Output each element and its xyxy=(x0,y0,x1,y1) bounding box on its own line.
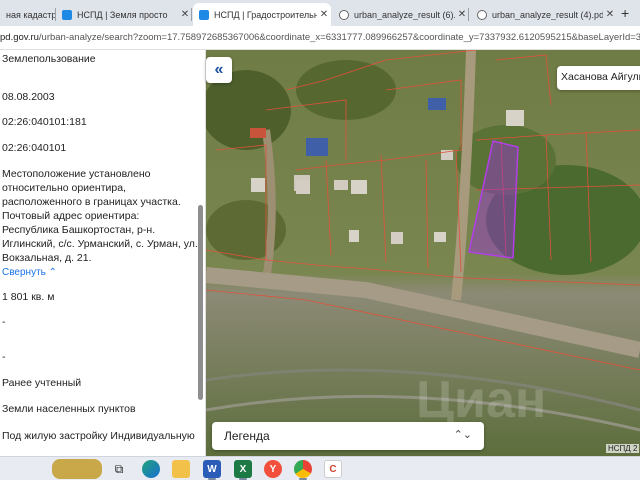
address-url: pd.gov.ru/urban-analyze/search?zoom=17.7… xyxy=(0,32,640,43)
browser-tab[interactable]: urban_analyze_result (4).pdf ✕ xyxy=(471,3,617,26)
globe-icon xyxy=(477,9,487,20)
location-value: Местоположение установлено относительно … xyxy=(2,168,198,264)
new-tab-icon[interactable]: + xyxy=(621,5,629,21)
globe-icon xyxy=(339,9,349,20)
collapse-panel-button[interactable]: « xyxy=(206,57,232,83)
empty-value: - xyxy=(2,316,6,328)
land-category-value: Земли населенных пунктов xyxy=(2,403,136,415)
chrome-icon[interactable] xyxy=(294,460,312,478)
task-view-icon[interactable]: ⧉ xyxy=(110,460,128,478)
close-tab-icon[interactable]: ✕ xyxy=(178,9,192,20)
owner-label: Хасанова Айгуль xyxy=(557,66,640,90)
cadastral-quarter-value: 02:26:040101 xyxy=(2,142,67,154)
browser-tab[interactable]: urban_analyze_result (6).pdf ✕ xyxy=(333,3,469,26)
building xyxy=(428,98,446,110)
cadastral-number-value: 02:26:040101:181 xyxy=(2,116,87,128)
building xyxy=(506,110,524,126)
status-value: Ранее учтенный xyxy=(2,377,82,389)
excel-icon[interactable]: X xyxy=(234,460,252,478)
browser-tab-active[interactable]: НСПД | Градостроительная ✕ xyxy=(193,3,331,26)
legend-dropdown[interactable]: Легенда ⌃⌄ xyxy=(212,422,484,450)
browser-tab[interactable]: НСПД | Земля просто ✕ xyxy=(56,3,192,26)
file-explorer-icon[interactable] xyxy=(172,460,190,478)
close-tab-icon[interactable]: ✕ xyxy=(317,9,331,20)
building xyxy=(296,180,310,194)
building xyxy=(306,138,328,156)
watermark: Циан xyxy=(416,371,547,429)
map-attribution: НСПД 2 xyxy=(606,444,640,453)
taskbar: ⧉ W X Y C xyxy=(0,456,640,480)
building xyxy=(250,128,266,138)
browser-tab[interactable]: ная кадастр xyxy=(0,3,56,26)
collapse-link[interactable]: Свернуть ⌃ xyxy=(2,267,57,278)
panel-scrollbar[interactable] xyxy=(198,205,203,400)
edge-icon[interactable] xyxy=(142,460,160,478)
legend-label: Легенда xyxy=(224,429,270,443)
yandex-browser-icon[interactable]: Y xyxy=(264,460,282,478)
chevron-updown-icon: ⌃⌄ xyxy=(453,429,472,441)
double-chevron-left-icon: « xyxy=(214,61,224,78)
building xyxy=(434,232,446,242)
site-favicon-icon xyxy=(62,9,72,20)
close-tab-icon[interactable]: ✕ xyxy=(455,9,469,20)
empty-value: - xyxy=(2,351,6,363)
registration-date-value: 08.08.2003 xyxy=(2,91,55,103)
chevron-up-icon: ⌃ xyxy=(48,267,58,278)
word-icon[interactable]: W xyxy=(203,460,221,478)
widgets-icon[interactable] xyxy=(52,459,102,479)
usage-type-value: Землепользование xyxy=(2,53,96,65)
address-bar[interactable]: pd.gov.ru/urban-analyze/search?zoom=17.7… xyxy=(0,26,640,50)
site-favicon-icon xyxy=(199,9,209,20)
permitted-use-value: Под жилую застройку Индивидуальную xyxy=(2,430,195,442)
close-tab-icon[interactable]: ✕ xyxy=(603,9,617,20)
browser-tab-strip: ная кадастр НСПД | Земля просто ✕ НСПД |… xyxy=(0,0,640,26)
building xyxy=(349,230,359,242)
parcel-info-panel: Землепользование 08.08.2003 02:26:040101… xyxy=(0,50,206,456)
area-value: 1 801 кв. м xyxy=(2,291,55,303)
app-icon[interactable]: C xyxy=(324,460,342,478)
building xyxy=(351,180,367,194)
satellite-map[interactable]: Циан xyxy=(206,50,640,456)
building xyxy=(391,232,403,244)
building xyxy=(334,180,348,190)
building xyxy=(251,178,265,192)
